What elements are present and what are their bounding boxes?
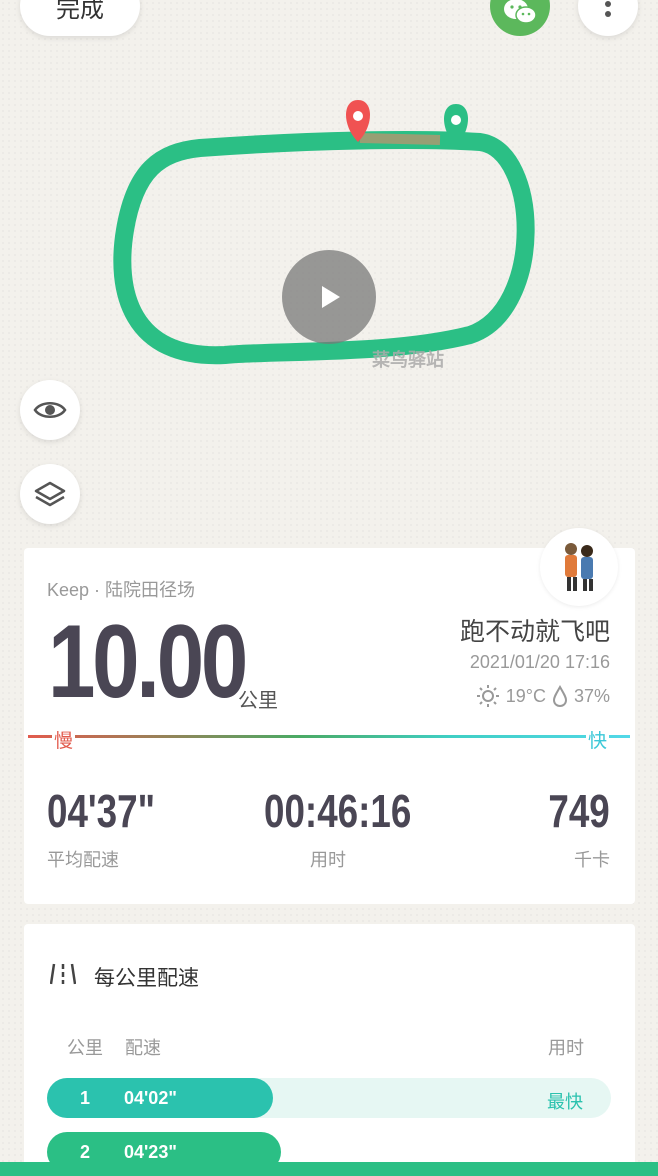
splits-title: 每公里配速 (94, 967, 199, 990)
more-vertical-icon (605, 1, 611, 17)
humidity-drop-icon (552, 685, 567, 707)
weather-info: 19°C 37% (476, 684, 610, 708)
col-km-header: 公里 (67, 1038, 103, 1058)
splits-icon (50, 963, 76, 985)
done-button[interactable]: 完成 (20, 0, 140, 36)
calories-label: 千卡 (574, 850, 610, 870)
avatar[interactable] (540, 528, 618, 606)
temperature: 19°C (505, 685, 546, 706)
map-place-label: 菜鸟驿站 (372, 350, 444, 370)
slow-label: 慢 (52, 726, 76, 753)
map-layers-button[interactable] (20, 464, 80, 524)
fast-label: 快 (586, 726, 610, 753)
pace-gradient-bar (28, 735, 630, 738)
play-replay-button[interactable] (282, 250, 376, 344)
split-row-pace: 04'23" (124, 1142, 177, 1162)
split-row-pace: 04'02" (124, 1088, 177, 1108)
avg-pace-label: 平均配速 (47, 850, 119, 870)
humidity: 37% (573, 685, 610, 706)
run-source: Keep · 陆院田径场 (47, 580, 196, 600)
eye-icon (33, 402, 67, 418)
split-row-km: 2 (80, 1142, 91, 1162)
avg-pace-value: 04'37" (47, 785, 156, 837)
duration-value: 00:46:16 (264, 785, 412, 837)
duration-label: 用时 (310, 850, 346, 870)
distance-value: 10.00 (48, 604, 248, 720)
wechat-icon (504, 0, 537, 24)
layers-icon (34, 481, 66, 507)
col-time-header: 用时 (548, 1038, 584, 1058)
bottom-action-bar[interactable] (0, 1162, 658, 1176)
route-map[interactable] (0, 80, 658, 400)
wechat-share-button[interactable] (490, 0, 550, 36)
play-icon (322, 286, 340, 308)
calories-value: 749 (548, 785, 610, 837)
fastest-tag: 最快 (547, 1092, 583, 1112)
visibility-toggle-button[interactable] (20, 380, 80, 440)
more-options-button[interactable] (578, 0, 638, 36)
distance-unit: 公里 (238, 690, 278, 712)
col-pace-header: 配速 (125, 1038, 161, 1058)
split-row-km: 1 (80, 1088, 91, 1108)
user-nickname: 跑不动就飞吧 (459, 618, 610, 646)
sun-icon (476, 685, 499, 707)
run-datetime: 2021/01/20 17:16 (469, 652, 610, 672)
avatar-image (565, 543, 593, 591)
